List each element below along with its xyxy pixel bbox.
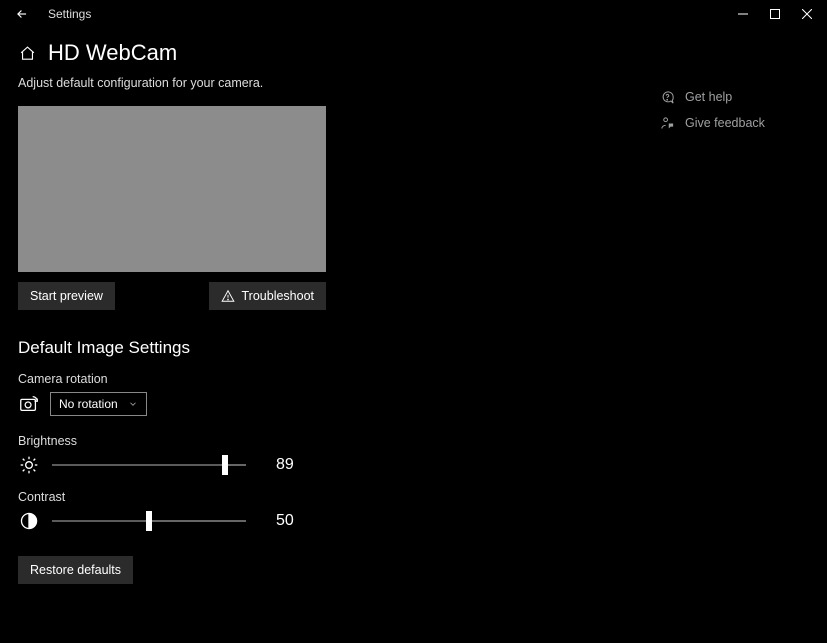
feedback-icon (660, 116, 675, 131)
chevron-down-icon (128, 399, 138, 409)
maximize-button[interactable] (759, 0, 791, 28)
page-subtitle: Adjust default configuration for your ca… (18, 76, 619, 90)
get-help-link[interactable]: Get help (659, 84, 809, 110)
restore-defaults-button[interactable]: Restore defaults (18, 556, 133, 584)
home-button[interactable] (18, 44, 36, 62)
contrast-field-label: Contrast (18, 490, 619, 504)
give-feedback-link[interactable]: Give feedback (659, 110, 809, 136)
troubleshoot-button[interactable]: Troubleshoot (209, 282, 327, 310)
give-feedback-label: Give feedback (685, 116, 765, 130)
restore-defaults-label: Restore defaults (30, 563, 121, 577)
minimize-button[interactable] (727, 0, 759, 28)
titlebar: Settings (0, 0, 827, 28)
app-title: Settings (48, 7, 91, 21)
brightness-slider-thumb[interactable] (222, 455, 228, 475)
rotation-select-value: No rotation (59, 397, 118, 411)
get-help-label: Get help (685, 90, 732, 104)
brightness-field-label: Brightness (18, 434, 619, 448)
help-icon (660, 90, 675, 105)
minimize-icon (738, 9, 748, 19)
contrast-value: 50 (276, 512, 304, 530)
maximize-icon (770, 9, 780, 19)
camera-rotation-icon (18, 393, 40, 415)
start-preview-button[interactable]: Start preview (18, 282, 115, 310)
warning-icon (221, 289, 235, 303)
back-button[interactable] (12, 4, 32, 24)
close-icon (802, 9, 812, 19)
brightness-slider[interactable] (52, 464, 246, 466)
brightness-value: 89 (276, 456, 304, 474)
contrast-icon (18, 510, 40, 532)
contrast-slider[interactable] (52, 520, 246, 522)
section-heading: Default Image Settings (18, 338, 619, 358)
start-preview-label: Start preview (30, 289, 103, 303)
home-icon (19, 45, 36, 62)
arrow-left-icon (15, 7, 29, 21)
close-button[interactable] (791, 0, 823, 28)
rotation-field-label: Camera rotation (18, 372, 619, 386)
contrast-slider-thumb[interactable] (146, 511, 152, 531)
page-title: HD WebCam (48, 40, 177, 66)
rotation-select[interactable]: No rotation (50, 392, 147, 416)
brightness-icon (18, 454, 40, 476)
troubleshoot-label: Troubleshoot (242, 289, 315, 303)
page-header: HD WebCam (0, 28, 827, 76)
brightness-slider-fill (52, 464, 225, 466)
contrast-slider-fill (52, 520, 149, 522)
camera-preview (18, 106, 326, 272)
